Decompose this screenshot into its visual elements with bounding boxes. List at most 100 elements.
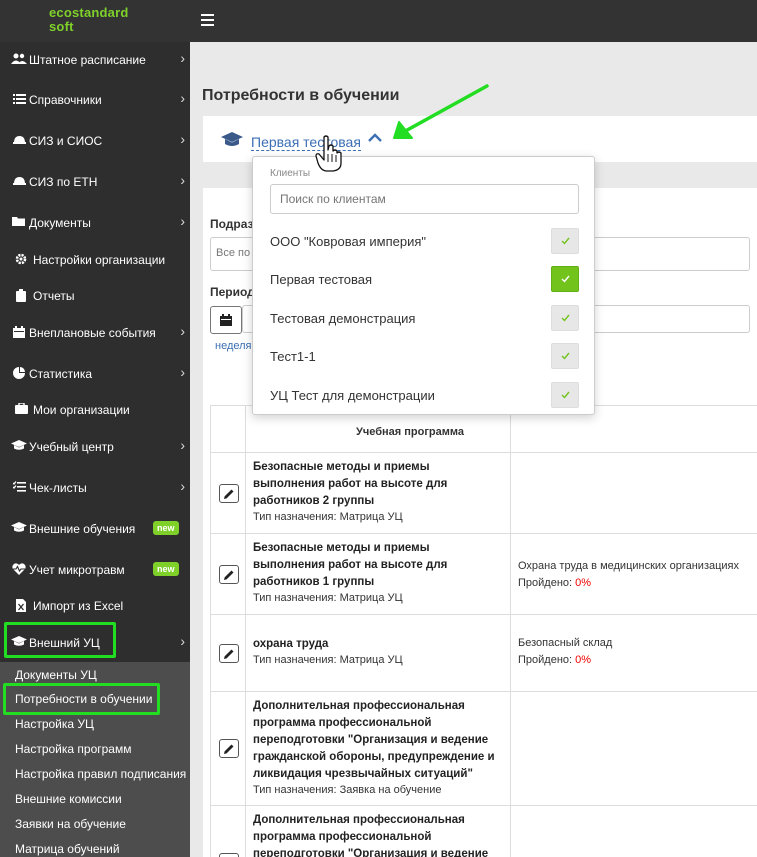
sidebar-item-label: Документы bbox=[29, 216, 91, 230]
client-option[interactable]: Тест1-1 bbox=[270, 343, 580, 371]
graduation-cap-icon bbox=[11, 522, 27, 536]
checkbox[interactable] bbox=[551, 343, 579, 369]
calendar-button[interactable] bbox=[210, 306, 242, 334]
sidebar-item-label: Внеплановые события bbox=[29, 326, 156, 340]
sidebar-item-unplanned-events[interactable]: Внеплановые события › bbox=[0, 315, 190, 351]
course-name: Охрана труда в медицинских организациях bbox=[518, 560, 740, 572]
table-cell-program: Дополнительная профессиональная программ… bbox=[246, 806, 511, 857]
chevron-right-icon: › bbox=[180, 90, 185, 106]
gear-icon bbox=[13, 253, 29, 267]
sidebar-item-label: Учет микротравм bbox=[29, 563, 125, 577]
highlight-box-external-tc bbox=[4, 622, 116, 658]
excel-file-icon bbox=[13, 599, 29, 613]
checkbox[interactable] bbox=[551, 382, 579, 408]
table-cell-edit bbox=[210, 453, 246, 533]
sidebar-item-label: Настройки организации bbox=[33, 253, 166, 267]
sidebar-item-training-center[interactable]: Учебный центр › bbox=[0, 429, 190, 465]
submenu-item-tc-documents[interactable]: Документы УЦ bbox=[15, 668, 97, 682]
pencil-icon bbox=[224, 570, 234, 580]
client-option-label: Тест1-1 bbox=[270, 349, 316, 364]
checkbox[interactable] bbox=[551, 305, 579, 331]
sidebar-item-siz-etn[interactable]: СИЗ по ЕТН › bbox=[0, 164, 190, 200]
sidebar-item-label: СИЗ и СИОС bbox=[29, 134, 103, 148]
client-option[interactable]: Тестовая демонстрация bbox=[270, 305, 580, 333]
new-badge: new bbox=[153, 562, 179, 576]
program-name: Безопасные методы и приемы выполнения ра… bbox=[253, 461, 448, 507]
sidebar-item-label: Справочники bbox=[29, 93, 102, 107]
check-icon bbox=[561, 237, 570, 245]
edit-button[interactable] bbox=[219, 739, 239, 758]
sidebar-item-org-settings[interactable]: Настройки организации bbox=[0, 242, 190, 278]
sidebar: Штатное расписание › Справочники › СИЗ и… bbox=[0, 42, 190, 857]
table-cell-edit bbox=[210, 615, 246, 691]
submenu-item-external-commissions[interactable]: Внешние комиссии bbox=[15, 792, 122, 806]
passed-status: Пройдено: 0% bbox=[518, 575, 739, 592]
submenu-item-tc-settings[interactable]: Настройка УЦ bbox=[15, 717, 94, 731]
pencil-icon bbox=[224, 489, 234, 499]
client-option[interactable]: ООО "Ковровая империя" bbox=[270, 228, 580, 256]
submenu-item-program-settings[interactable]: Настройка программ bbox=[15, 742, 131, 756]
edit-button[interactable] bbox=[219, 853, 239, 857]
sidebar-item-checklists[interactable]: Чек-листы › bbox=[0, 470, 190, 506]
sidebar-item-directories[interactable]: Справочники › bbox=[0, 82, 190, 118]
client-option-label: Тестовая демонстрация bbox=[270, 311, 416, 326]
sidebar-item-siz-sios[interactable]: СИЗ и СИОС › bbox=[0, 123, 190, 159]
edit-button[interactable] bbox=[219, 484, 239, 503]
users-icon bbox=[11, 53, 27, 67]
sidebar-item-label: Отчеты bbox=[33, 289, 75, 303]
check-icon bbox=[561, 314, 570, 322]
new-badge: new bbox=[153, 521, 179, 535]
sidebar-item-external-training[interactable]: Внешние обучения new bbox=[0, 511, 190, 547]
sidebar-item-label: Мои организации bbox=[33, 403, 130, 417]
chevron-right-icon: › bbox=[180, 213, 185, 229]
period-label: Период bbox=[210, 285, 255, 299]
sidebar-item-excel-import[interactable]: Импорт из Excel bbox=[0, 588, 190, 624]
subdivision-label: Подраз bbox=[210, 217, 254, 231]
submenu-item-training-requests[interactable]: Заявки на обучение bbox=[15, 817, 126, 831]
dropdown-header: Клиенты bbox=[270, 168, 311, 179]
graduation-cap-icon bbox=[221, 132, 243, 146]
edit-button[interactable] bbox=[219, 565, 239, 584]
chevron-right-icon: › bbox=[180, 50, 185, 66]
sidebar-item-statistics[interactable]: Статистика › bbox=[0, 356, 190, 392]
sidebar-item-reports[interactable]: Отчеты bbox=[0, 278, 190, 314]
program-name: Дополнительная профессиональная программ… bbox=[253, 700, 495, 780]
chevron-right-icon: › bbox=[180, 633, 185, 649]
checkbox-checked[interactable] bbox=[551, 266, 579, 292]
client-search-input[interactable] bbox=[270, 184, 579, 214]
assignment-type: Тип назначения: Матрица УЦ bbox=[253, 654, 403, 666]
hamburger-menu-icon[interactable] bbox=[201, 14, 214, 26]
sidebar-item-label: Чек-листы bbox=[29, 481, 87, 495]
checkbox[interactable] bbox=[551, 228, 579, 254]
sidebar-item-label: Внешние обучения bbox=[29, 522, 136, 536]
chevron-right-icon: › bbox=[180, 478, 185, 494]
client-option[interactable]: УЦ Тест для демонстрации bbox=[270, 382, 580, 410]
check-icon bbox=[561, 275, 570, 283]
logo[interactable]: ecostandard soft bbox=[49, 6, 129, 34]
client-option[interactable]: Первая тестовая bbox=[270, 266, 580, 294]
top-bar: ecostandard soft bbox=[0, 0, 757, 42]
sidebar-item-label: Штатное расписание bbox=[29, 53, 146, 67]
sidebar-item-documents[interactable]: Документы › bbox=[0, 205, 190, 241]
sidebar-item-label: Учебный центр bbox=[29, 440, 114, 454]
table-cell-program: Безопасные методы и приемы выполнения ра… bbox=[246, 534, 511, 614]
chevron-right-icon: › bbox=[180, 323, 185, 339]
heartbeat-icon bbox=[11, 563, 27, 577]
edit-button[interactable] bbox=[219, 644, 239, 663]
client-dropdown: Клиенты ООО "Ковровая империя" Первая те… bbox=[252, 156, 595, 415]
sidebar-item-microtrauma[interactable]: Учет микротравм new bbox=[0, 552, 190, 588]
table-cell-extra: Охрана труда в медицинских организациях … bbox=[518, 558, 739, 592]
graduation-cap-icon bbox=[11, 440, 27, 454]
sidebar-item-my-orgs[interactable]: Мои организации bbox=[0, 392, 190, 428]
briefcase-icon bbox=[13, 402, 29, 417]
sidebar-item-label: СИЗ по ЕТН bbox=[29, 175, 98, 189]
submenu-item-training-matrix[interactable]: Матрица обучений bbox=[15, 842, 120, 856]
chevron-up-icon[interactable] bbox=[367, 131, 383, 145]
sidebar-item-staffing[interactable]: Штатное расписание › bbox=[0, 42, 190, 78]
week-link[interactable]: неделя bbox=[215, 340, 252, 352]
pencil-icon bbox=[224, 649, 234, 659]
client-selector-link[interactable]: Первая тестовая bbox=[251, 134, 361, 151]
pie-chart-icon bbox=[11, 367, 27, 381]
submenu-item-signing-rules[interactable]: Настройка правил подписания bbox=[15, 767, 186, 781]
table-row: Дополнительная профессиональная программ… bbox=[210, 692, 757, 806]
